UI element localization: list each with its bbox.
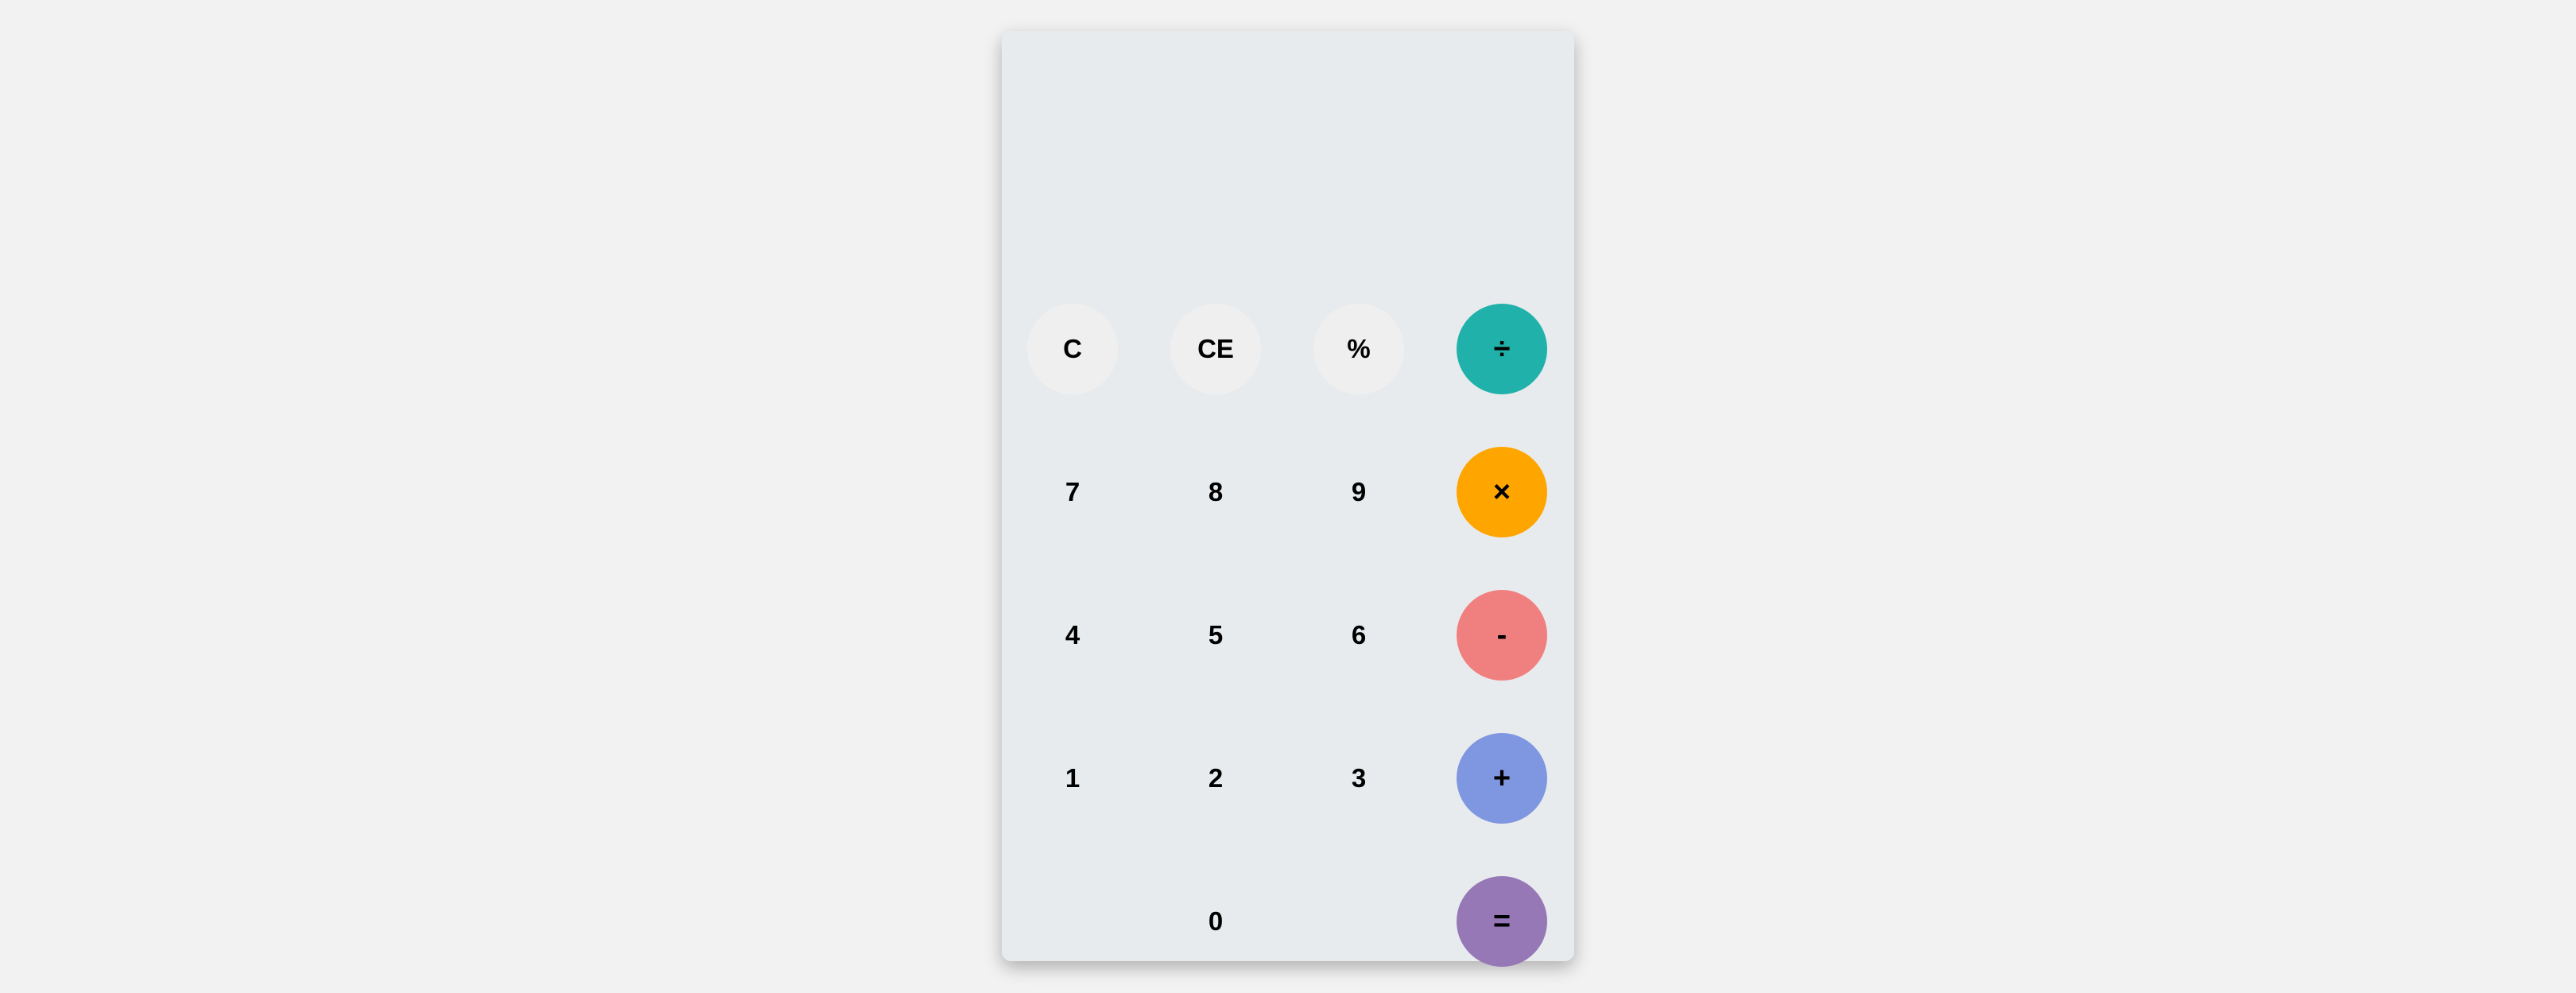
digit-9-button[interactable]: 9 <box>1313 447 1404 537</box>
digit-5-button[interactable]: 5 <box>1170 590 1261 681</box>
keypad: C CE % ÷ 7 8 9 × 4 5 6 - 1 2 3 + 0 = <box>1002 270 1574 967</box>
digit-0-button[interactable]: 0 <box>1170 876 1261 967</box>
percent-button[interactable]: % <box>1313 304 1404 394</box>
digit-1-button[interactable]: 1 <box>1027 733 1118 824</box>
clear-entry-button[interactable]: CE <box>1170 304 1261 394</box>
multiply-button[interactable]: × <box>1457 447 1547 537</box>
digit-7-button[interactable]: 7 <box>1027 447 1118 537</box>
clear-button[interactable]: C <box>1027 304 1118 394</box>
add-button[interactable]: + <box>1457 733 1547 824</box>
digit-4-button[interactable]: 4 <box>1027 590 1118 681</box>
calculator-display <box>1002 31 1574 270</box>
equals-button[interactable]: = <box>1457 876 1547 967</box>
digit-6-button[interactable]: 6 <box>1313 590 1404 681</box>
digit-3-button[interactable]: 3 <box>1313 733 1404 824</box>
digit-2-button[interactable]: 2 <box>1170 733 1261 824</box>
calculator: C CE % ÷ 7 8 9 × 4 5 6 - 1 2 3 + 0 = <box>1002 31 1574 967</box>
subtract-button[interactable]: - <box>1457 590 1547 681</box>
digit-8-button[interactable]: 8 <box>1170 447 1261 537</box>
divide-button[interactable]: ÷ <box>1457 304 1547 394</box>
